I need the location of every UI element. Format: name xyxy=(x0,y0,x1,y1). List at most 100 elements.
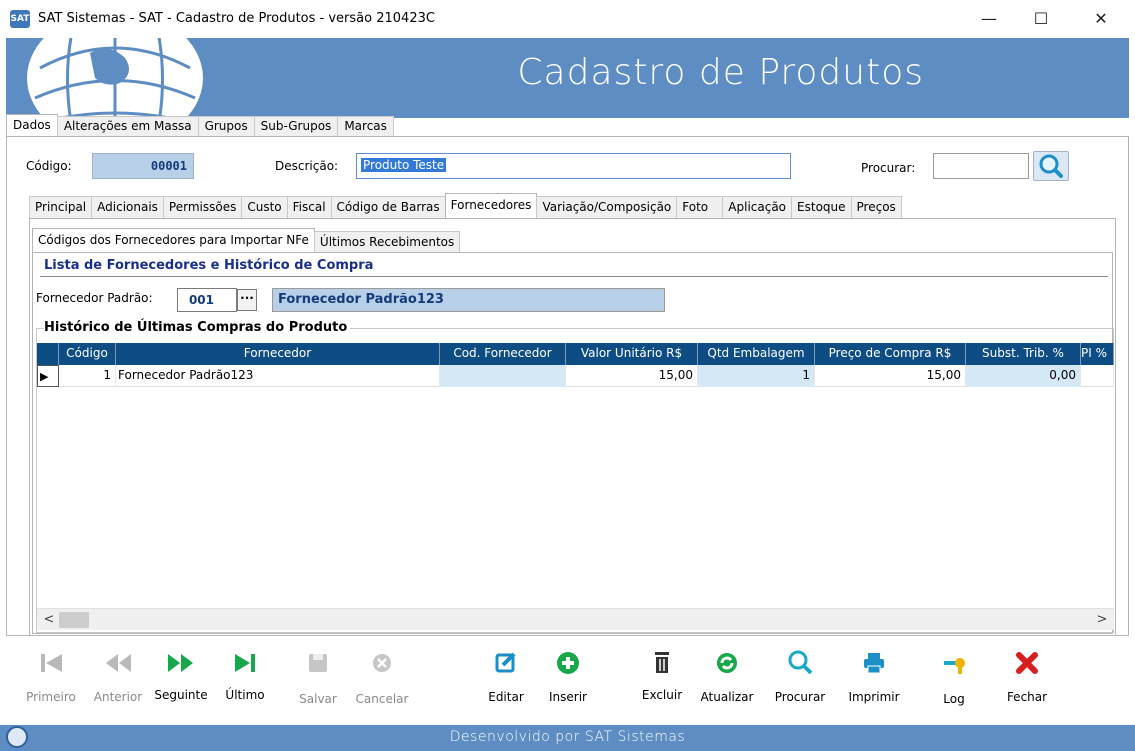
tab-alteracoes-em-massa[interactable]: Alterações em Massa xyxy=(56,116,199,136)
codigo-label: Código: xyxy=(26,159,72,173)
cell-pi[interactable] xyxy=(1081,365,1114,387)
previous-icon xyxy=(106,654,131,672)
cell-cod-fornecedor[interactable] xyxy=(440,365,566,387)
seguinte-button[interactable]: Seguinte xyxy=(149,644,213,724)
log-key-icon xyxy=(944,658,965,674)
next-icon xyxy=(168,654,193,672)
inner-tabs: Códigos dos Fornecedores para Importar N… xyxy=(32,228,461,252)
descricao-input[interactable]: Produto Teste xyxy=(356,153,791,179)
tab-foto[interactable]: Foto xyxy=(676,196,724,218)
grid-header-codigo[interactable]: Código xyxy=(59,343,116,365)
cell-valor-unitario[interactable]: 15,00 xyxy=(566,365,698,387)
tab-variacao-composicao[interactable]: Variação/Composição xyxy=(536,196,678,218)
cancelar-button[interactable]: Cancelar xyxy=(350,644,414,724)
grid-header-pi[interactable]: PI % xyxy=(1081,343,1114,365)
section-title-historico: Histórico de Últimas Compras do Produto xyxy=(44,320,351,335)
tab-precos[interactable]: Preços xyxy=(850,196,902,218)
table-row[interactable]: ▶ 1 Fornecedor Padrão123 15,00 1 15,00 0… xyxy=(37,365,1114,387)
seguinte-label: Seguinte xyxy=(154,688,208,702)
status-text: Desenvolvido por SAT Sistemas xyxy=(449,729,686,745)
procurar-toolbar-label: Procurar xyxy=(774,690,826,704)
grid-header-qtd-embalagem[interactable]: Qtd Embalagem xyxy=(698,343,815,365)
cancel-icon xyxy=(373,654,391,672)
grid-header: Código Fornecedor Cod. Fornecedor Valor … xyxy=(37,343,1114,365)
tab-ultimos-recebimentos[interactable]: Últimos Recebimentos xyxy=(313,231,461,252)
row-indicator-icon: ▶ xyxy=(37,365,59,387)
fechar-button[interactable]: Fechar xyxy=(995,644,1059,724)
horizontal-scrollbar[interactable]: < > xyxy=(37,608,1114,630)
tab-custo[interactable]: Custo xyxy=(241,196,288,218)
fornecedor-name-field: Fornecedor Padrão123 xyxy=(272,288,665,312)
imprimir-button[interactable]: Imprimir xyxy=(842,644,906,724)
cell-subst-trib[interactable]: 0,00 xyxy=(966,365,1081,387)
grid-header-cod-fornecedor[interactable]: Cod. Fornecedor xyxy=(440,343,566,365)
globe-logo-icon xyxy=(27,38,203,118)
primeiro-button[interactable]: Primeiro xyxy=(19,644,83,724)
tab-marcas[interactable]: Marcas xyxy=(337,116,394,136)
insert-icon xyxy=(557,652,579,674)
header-banner: Cadastro de Produtos xyxy=(6,38,1129,118)
procurar-label: Procurar: xyxy=(861,161,916,175)
grid-header-subst-trib[interactable]: Subst. Trib. % xyxy=(966,343,1081,365)
descricao-value: Produto Teste xyxy=(361,158,447,172)
historico-grid[interactable]: Código Fornecedor Cod. Fornecedor Valor … xyxy=(37,343,1114,609)
cell-codigo[interactable]: 1 xyxy=(59,365,116,387)
procurar-toolbar-button[interactable]: Procurar xyxy=(768,644,832,724)
main-tabs: Dados Alterações em Massa Grupos Sub-Gru… xyxy=(6,114,394,136)
codigo-field[interactable]: 00001 xyxy=(92,153,194,179)
atualizar-button[interactable]: Atualizar xyxy=(695,644,759,724)
grid-header-fornecedor[interactable]: Fornecedor xyxy=(116,343,440,365)
maximize-button[interactable]: ☐ xyxy=(1018,0,1064,38)
grid-header-indicator xyxy=(37,343,59,365)
tab-estoque[interactable]: Estoque xyxy=(791,196,852,218)
cell-preco-compra[interactable]: 15,00 xyxy=(815,365,966,387)
search-icon xyxy=(788,650,813,675)
print-icon xyxy=(864,653,884,674)
fornecedor-code-input[interactable]: 001 xyxy=(177,288,237,312)
imprimir-label: Imprimir xyxy=(848,690,900,704)
anterior-button[interactable]: Anterior xyxy=(86,644,150,724)
minimize-button[interactable]: — xyxy=(966,0,1012,38)
excluir-button[interactable]: Excluir xyxy=(630,644,694,724)
window-title: SAT Sistemas - SAT - Cadastro de Produto… xyxy=(38,11,435,26)
grid-header-valor-unitario[interactable]: Valor Unitário R$ xyxy=(566,343,698,365)
procurar-button[interactable] xyxy=(1033,151,1069,181)
atualizar-label: Atualizar xyxy=(700,690,754,704)
delete-icon xyxy=(655,652,669,673)
tab-sub-grupos[interactable]: Sub-Grupos xyxy=(253,116,339,136)
scroll-thumb[interactable] xyxy=(59,612,89,628)
close-window-button[interactable]: ✕ xyxy=(1078,0,1124,38)
tab-codigo-de-barras[interactable]: Código de Barras xyxy=(330,196,446,218)
toolbar: Primeiro Anterior Seguinte Último Salvar… xyxy=(6,638,1129,726)
tab-dados[interactable]: Dados xyxy=(6,114,58,136)
log-label: Log xyxy=(943,692,965,706)
descricao-label: Descrição: xyxy=(275,159,339,173)
log-button[interactable]: Log xyxy=(922,644,986,724)
scroll-right-button[interactable]: > xyxy=(1093,611,1111,629)
section-title-lista: Lista de Fornecedores e Histórico de Com… xyxy=(44,258,374,273)
app-icon: SAT xyxy=(10,10,30,28)
ultimo-label: Último xyxy=(225,688,265,702)
grid-header-preco-compra[interactable]: Preço de Compra R$ xyxy=(815,343,966,365)
fornecedor-lookup-button[interactable]: ··· xyxy=(237,289,257,311)
tab-fornecedores[interactable]: Fornecedores xyxy=(444,193,538,218)
tab-aplicacao[interactable]: Aplicação xyxy=(722,196,793,218)
procurar-input[interactable] xyxy=(933,153,1029,179)
ultimo-button[interactable]: Último xyxy=(213,644,277,724)
cell-qtd-embalagem[interactable]: 1 xyxy=(698,365,815,387)
tab-fiscal[interactable]: Fiscal xyxy=(286,196,332,218)
inserir-button[interactable]: Inserir xyxy=(536,644,600,724)
tab-permissoes[interactable]: Permissões xyxy=(162,196,243,218)
salvar-button[interactable]: Salvar xyxy=(286,644,350,724)
window-titlebar: SAT SAT Sistemas - SAT - Cadastro de Pro… xyxy=(0,0,1135,38)
inserir-label: Inserir xyxy=(549,690,587,704)
search-icon xyxy=(1039,154,1063,178)
editar-button[interactable]: Editar xyxy=(474,644,538,724)
tab-grupos[interactable]: Grupos xyxy=(197,116,255,136)
cell-fornecedor[interactable]: Fornecedor Padrão123 xyxy=(116,365,440,387)
sub-tabs: Principal Adicionais Permissões Custo Fi… xyxy=(29,193,902,218)
tab-codigos-fornecedores[interactable]: Códigos dos Fornecedores para Importar N… xyxy=(32,228,315,252)
tab-principal[interactable]: Principal xyxy=(29,196,93,218)
scroll-left-button[interactable]: < xyxy=(40,611,58,629)
tab-adicionais[interactable]: Adicionais xyxy=(91,196,164,218)
